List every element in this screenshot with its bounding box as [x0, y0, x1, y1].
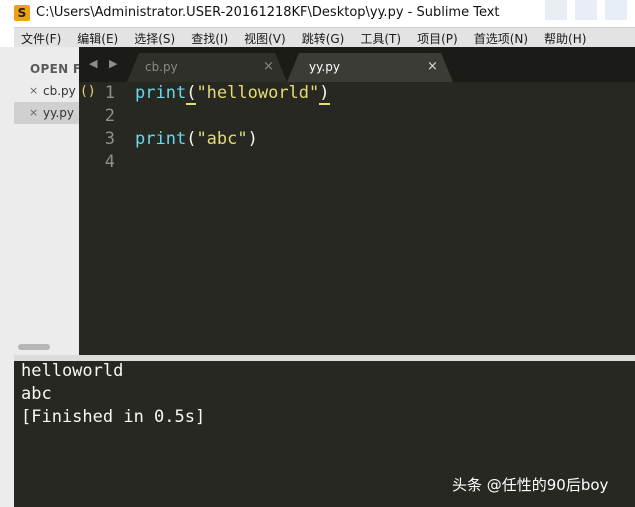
- code-paren-open: (: [186, 129, 197, 149]
- close-icon[interactable]: ×: [427, 59, 438, 74]
- code-line-3[interactable]: 3 print("abc"): [79, 128, 635, 151]
- tab-cb-py[interactable]: cb.py ×: [127, 53, 287, 82]
- window-title: C:\Users\Administrator.USER-20161218KF\D…: [36, 5, 500, 20]
- close-icon[interactable]: ×: [29, 84, 38, 97]
- code-line-2[interactable]: 2: [79, 105, 635, 128]
- tab-nav-arrows[interactable]: ◀ ▶: [89, 57, 121, 70]
- code-paren-close: ): [319, 83, 330, 105]
- menu-edit[interactable]: 编辑(E): [73, 30, 122, 47]
- output-line: [Finished in 0.5s]: [21, 407, 206, 427]
- menu-find[interactable]: 查找(I): [187, 30, 232, 47]
- menu-project[interactable]: 项目(P): [413, 30, 462, 47]
- close-icon[interactable]: ×: [263, 59, 274, 74]
- close-icon[interactable]: ×: [29, 106, 38, 119]
- sublime-app-icon: S: [14, 5, 30, 21]
- code-line-1[interactable]: () 1 print("helloworld"): [79, 82, 635, 105]
- menu-bar: 文件(F) 编辑(E) 选择(S) 查找(I) 视图(V) 跳转(G) 工具(T…: [14, 27, 635, 49]
- tab-label: yy.py: [309, 60, 341, 74]
- open-files-header: OPEN FI: [30, 62, 79, 76]
- tab-bar: ◀ ▶ cb.py × yy.py ×: [79, 47, 635, 82]
- sidebar-scrollbar[interactable]: [18, 344, 50, 350]
- sidebar-file-label: yy.py: [43, 106, 75, 120]
- code-paren-open: (: [186, 83, 197, 105]
- tab-yy-py[interactable]: yy.py ×: [287, 53, 453, 82]
- line-number: 4: [104, 152, 115, 172]
- sidebar-file-label: cb.py: [43, 84, 76, 98]
- menu-selection[interactable]: 选择(S): [130, 30, 179, 47]
- menu-view[interactable]: 视图(V): [240, 30, 290, 47]
- line-number: 3: [104, 129, 115, 149]
- code-string: "helloworld": [196, 83, 320, 103]
- minimize-button[interactable]: [545, 0, 567, 20]
- code-string: "abc": [196, 129, 248, 149]
- code-editor[interactable]: ◀ ▶ cb.py × yy.py × () 1 print("hellowor…: [79, 47, 635, 355]
- tab-label: cb.py: [145, 60, 178, 74]
- sidebar-file-cb[interactable]: × cb.py: [14, 80, 79, 102]
- menu-file[interactable]: 文件(F): [17, 30, 65, 47]
- code-function: print: [135, 83, 187, 103]
- output-line: abc: [21, 384, 52, 404]
- menu-help[interactable]: 帮助(H): [540, 30, 590, 47]
- code-paren-close: ): [247, 129, 258, 149]
- code-line-4[interactable]: 4: [79, 151, 635, 174]
- watermark-text: 头条 @任性的90后boy: [452, 476, 609, 494]
- menu-preferences[interactable]: 首选项(N): [470, 30, 532, 47]
- line-number: 1: [104, 83, 115, 103]
- sidebar-file-yy[interactable]: × yy.py: [14, 102, 79, 124]
- code-text: print("helloworld"): [135, 83, 330, 105]
- menu-tools[interactable]: 工具(T): [356, 30, 405, 47]
- line-number: 2: [104, 106, 115, 126]
- sidebar-open-files: OPEN FI × cb.py × yy.py: [14, 47, 79, 355]
- left-edge-strip: [0, 47, 14, 507]
- menu-goto[interactable]: 跳转(G): [298, 30, 349, 47]
- maximize-button[interactable]: [575, 0, 597, 20]
- code-text: print("abc"): [135, 129, 258, 149]
- output-line: helloworld: [21, 361, 124, 381]
- close-window-button[interactable]: [605, 0, 627, 20]
- code-function: print: [135, 129, 187, 149]
- title-bar[interactable]: S C:\Users\Administrator.USER-20161218KF…: [0, 0, 635, 27]
